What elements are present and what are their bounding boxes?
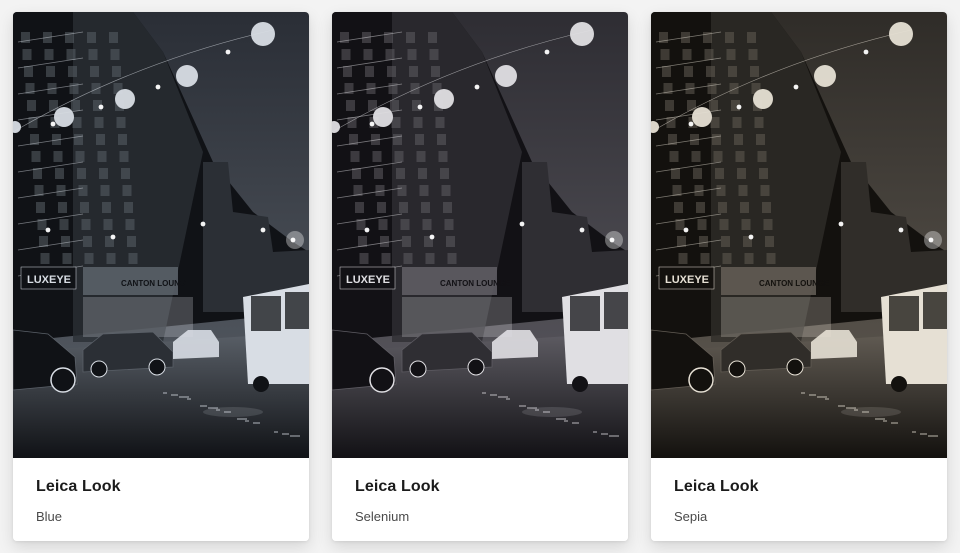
- svg-text:LUXEYE: LUXEYE: [665, 274, 709, 286]
- svg-text:CANTON LOUNGE: CANTON LOUNGE: [121, 279, 192, 288]
- preview-photo: LUXEYE CANTON LOUNGE: [332, 12, 628, 458]
- card-body: Leica Look Sepia: [651, 458, 947, 541]
- svg-text:LUXEYE: LUXEYE: [27, 274, 71, 286]
- filter-card-blue[interactable]: LUXEYE CANTON LOUNGE Leica Look Blue: [13, 12, 309, 541]
- filter-card-grid: LUXEYE CANTON LOUNGE Leica Look Blue LUXE…: [0, 0, 960, 553]
- card-title: Leica Look: [674, 478, 759, 495]
- svg-text:CANTON LOUNGE: CANTON LOUNGE: [440, 279, 511, 288]
- card-subtitle: Sepia: [674, 509, 708, 524]
- filter-card-selenium[interactable]: LUXEYE CANTON LOUNGE Leica Look Selenium: [332, 12, 628, 541]
- preview-photo: LUXEYE CANTON LOUNGE: [651, 12, 947, 458]
- card-subtitle: Blue: [36, 509, 63, 524]
- svg-text:LUXEYE: LUXEYE: [346, 274, 390, 286]
- filter-card-sepia[interactable]: LUXEYE CANTON LOUNGE Leica Look Sepia: [651, 12, 947, 541]
- card-body: Leica Look Selenium: [332, 458, 628, 541]
- card-title: Leica Look: [36, 478, 121, 495]
- svg-text:CANTON LOUNGE: CANTON LOUNGE: [759, 279, 830, 288]
- street-scene-image: LUXEYE CANTON LOUNGE: [651, 12, 947, 458]
- card-subtitle: Selenium: [355, 509, 410, 524]
- street-scene-image: LUXEYE CANTON LOUNGE: [13, 12, 309, 458]
- card-title: Leica Look: [355, 478, 440, 495]
- street-scene-image: LUXEYE CANTON LOUNGE: [332, 12, 628, 458]
- preview-photo: LUXEYE CANTON LOUNGE: [13, 12, 309, 458]
- card-body: Leica Look Blue: [13, 458, 309, 541]
